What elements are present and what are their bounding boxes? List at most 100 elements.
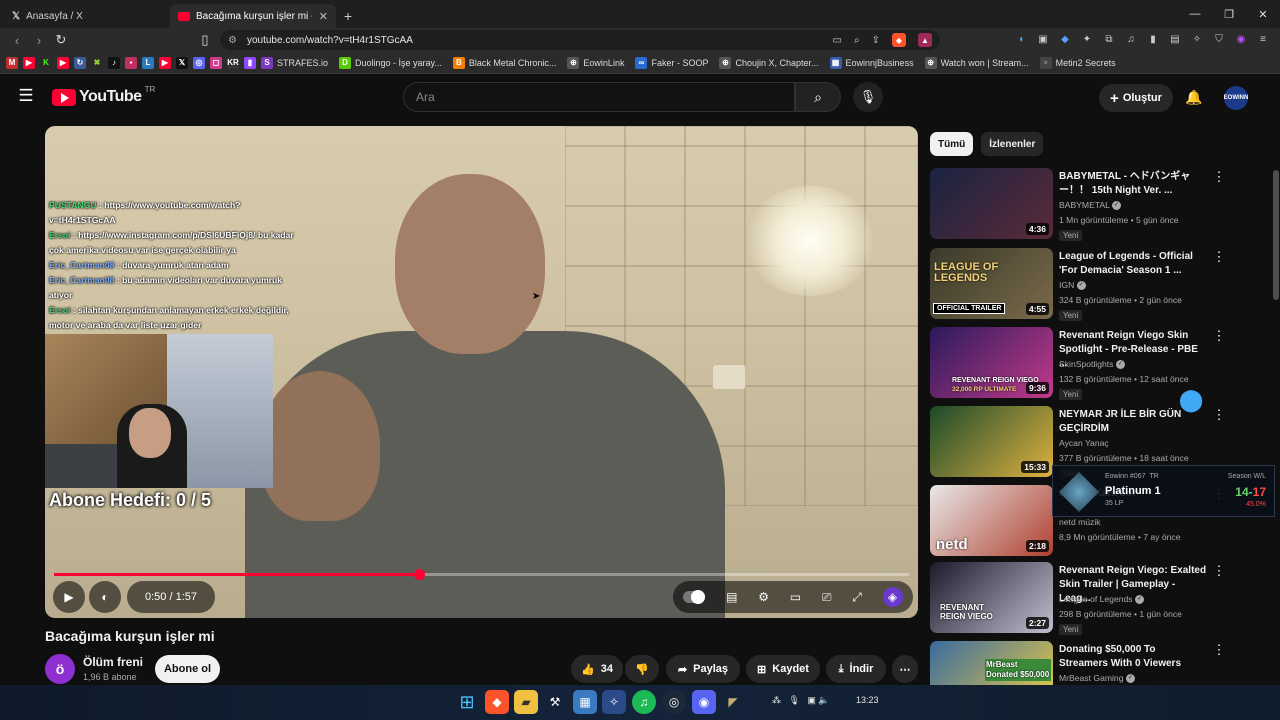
reload-icon[interactable]: ↻	[50, 29, 72, 51]
twitch-icon[interactable]: ▮	[244, 56, 256, 69]
app-icon[interactable]: ✧	[602, 690, 626, 714]
cast-icon[interactable]: ⎚	[822, 590, 832, 605]
share-button[interactable]: ➦ Paylaş	[666, 655, 740, 683]
youtube-icon[interactable]: ▶	[159, 56, 171, 69]
recommended-video[interactable]: 2:27 REVENANT REIGN VIEGO Revenant Reign V…	[930, 562, 1270, 635]
more-icon[interactable]: ⋮	[1213, 249, 1226, 264]
leo-icon[interactable]: ✧	[1190, 32, 1204, 46]
youtube-icon[interactable]: ▶	[23, 56, 35, 69]
game-icon[interactable]: ✖	[91, 56, 103, 69]
close-window-icon[interactable]: ✕	[1246, 0, 1280, 28]
extension-icon[interactable]: ⧉	[1102, 32, 1116, 46]
puzzle-icon[interactable]: ✦	[1080, 32, 1094, 46]
play-button[interactable]: ▶	[53, 581, 85, 613]
thumbnail[interactable]: 2:18 netd	[930, 485, 1053, 556]
forward-icon[interactable]: ›	[28, 29, 50, 51]
sidebar-icon[interactable]: ▮	[1146, 32, 1160, 46]
wallet-icon[interactable]: ▤	[1168, 32, 1182, 46]
recommended-title[interactable]: League of Legends - Official 'For Demaci…	[1059, 250, 1207, 278]
league-icon[interactable]: ◤	[721, 690, 745, 714]
bookmark-item[interactable]: ⊕ Choujin X, Chapter...	[719, 56, 819, 69]
more-icon[interactable]: ⋮	[1213, 169, 1226, 184]
site-info-icon[interactable]: ⚙	[228, 35, 237, 46]
avatar[interactable]: EOWINN	[1224, 86, 1248, 110]
new-tab-button[interactable]: +	[336, 4, 360, 28]
gmail-icon[interactable]: M	[6, 56, 18, 69]
youtube-logo[interactable]: YouTube TR	[52, 85, 155, 106]
tab-x[interactable]: 𝕏 Anasayfa / X	[4, 4, 170, 28]
brave-shield-icon[interactable]: ◆	[892, 33, 906, 47]
x-icon[interactable]: 𝕏	[176, 56, 188, 69]
theater-mode-icon[interactable]: ▭	[790, 590, 801, 604]
subscribe-button[interactable]: Abone ol	[155, 655, 220, 683]
scrollbar[interactable]	[1273, 120, 1279, 685]
tool-icon[interactable]: ⚒	[543, 690, 567, 714]
recommended-title[interactable]: BABYMETAL - ヘドバンギャー！！ 15th Night Ver. ..…	[1059, 170, 1207, 198]
more-icon[interactable]: ⋮	[1213, 407, 1226, 422]
steam-icon[interactable]: ◎	[662, 690, 686, 714]
app-icon[interactable]: KR	[227, 56, 239, 69]
linkedin-icon[interactable]: L	[142, 56, 154, 69]
save-button[interactable]: ⊞ Kaydet	[746, 655, 820, 683]
tiktok-icon[interactable]: ♪	[108, 56, 120, 69]
restore-icon[interactable]: ❐	[1212, 0, 1246, 28]
brave-rewards-icon[interactable]: ▲	[918, 33, 932, 47]
video-player[interactable]: PUSTANGU : https://www.youtube.com/watch…	[45, 126, 918, 618]
app-icon[interactable]: ▪	[125, 56, 137, 69]
settings-icon[interactable]: ⚙	[758, 590, 769, 604]
windows-start-icon[interactable]: ⊞	[455, 690, 479, 714]
menu-icon[interactable]: ≡	[1256, 32, 1270, 46]
notifications-icon[interactable]: 🔔	[1183, 86, 1205, 108]
like-button[interactable]: 👍 34	[571, 655, 623, 683]
thumbnail[interactable]: 2:27 REVENANT REIGN VIEGO	[930, 562, 1053, 633]
extension-icon[interactable]: ◖	[1014, 32, 1028, 46]
thumbnail[interactable]: 15:33	[930, 406, 1053, 477]
discord-icon[interactable]: ◎	[193, 56, 205, 69]
more-icon[interactable]: ⋮	[1213, 642, 1226, 657]
autoplay-toggle[interactable]	[683, 590, 706, 604]
more-icon[interactable]: ⋮	[1213, 328, 1226, 343]
profile-icon[interactable]: ◉	[1234, 32, 1248, 46]
tray-icons[interactable]: ⁂ 🎙 ▣ 🔈	[772, 695, 830, 706]
cast-icon[interactable]: ▭	[833, 35, 842, 46]
bookmark-item[interactable]: B Black Metal Chronic...	[452, 56, 556, 69]
bookmark-item[interactable]: ▫ Metin2 Secrets	[1039, 56, 1116, 69]
recommended-video[interactable]: 4:55 LEAGUE OF LEGENDS OFFICIAL TRAILER Lea…	[930, 248, 1270, 321]
minimize-icon[interactable]: —	[1178, 0, 1212, 28]
subtitles-icon[interactable]: ▤	[726, 590, 737, 604]
recommended-video[interactable]: 9:36 REVENANT REIGN VIEGO 32,000 RP ULTIMA…	[930, 327, 1270, 400]
youtube-icon[interactable]: ▶	[57, 56, 69, 69]
bookmark-item[interactable]: ⊕ EowinLink	[567, 56, 624, 69]
chip-all[interactable]: Tümü	[930, 132, 974, 156]
vpn-icon[interactable]: ⛉	[1212, 32, 1226, 46]
scrollbar-thumb[interactable]	[1273, 170, 1279, 300]
thumbnail[interactable]: 4:36	[930, 168, 1053, 239]
photos-icon[interactable]: ▦	[573, 690, 597, 714]
volume-button[interactable]: ◐	[89, 581, 121, 613]
channel-avatar[interactable]: ö	[45, 654, 75, 684]
tab-youtube[interactable]: Bacağıma kurşun işler mi - YouTube ✕	[170, 4, 336, 28]
chip-watched[interactable]: İzlenenler	[981, 132, 1044, 156]
recommended-title[interactable]: Donating $50,000 To Streamers With 0 Vie…	[1059, 643, 1207, 671]
progress-handle[interactable]	[414, 569, 426, 580]
progress-bar[interactable]	[54, 569, 909, 580]
fullscreen-icon[interactable]: ⤢	[852, 590, 862, 605]
bookmark-item[interactable]: ∞ Faker - SOOP	[635, 56, 708, 69]
bookmark-item[interactable]: S STRAFES.io	[261, 56, 328, 69]
media-icon[interactable]: ♫	[1124, 32, 1138, 46]
zoom-icon[interactable]: ⌕	[854, 35, 860, 46]
search-button[interactable]: ⌕	[795, 82, 841, 112]
extension-icon[interactable]: ▣	[1036, 32, 1050, 46]
recommended-video[interactable]: 4:36 BABYMETAL - ヘドバンギャー！！ 15th Night Ver…	[930, 168, 1270, 241]
sync-icon[interactable]: ↻	[74, 56, 86, 69]
file-explorer-icon[interactable]: ▰	[514, 690, 538, 714]
more-actions-button[interactable]: ⋯	[892, 655, 918, 683]
bookmark-item[interactable]: ⊕ Watch won | Stream...	[924, 56, 1029, 69]
channel-name[interactable]: Ölüm freni	[83, 655, 143, 669]
more-icon[interactable]: ⋮	[1213, 563, 1226, 578]
share-icon[interactable]: ⇪	[872, 35, 880, 46]
thumbnail[interactable]: 9:36 REVENANT REIGN VIEGO 32,000 RP ULTIMA…	[930, 327, 1053, 398]
discord-icon[interactable]: ◉	[692, 690, 716, 714]
create-button[interactable]: + Oluştur	[1099, 84, 1173, 112]
spotify-icon[interactable]: ♫	[632, 690, 656, 714]
